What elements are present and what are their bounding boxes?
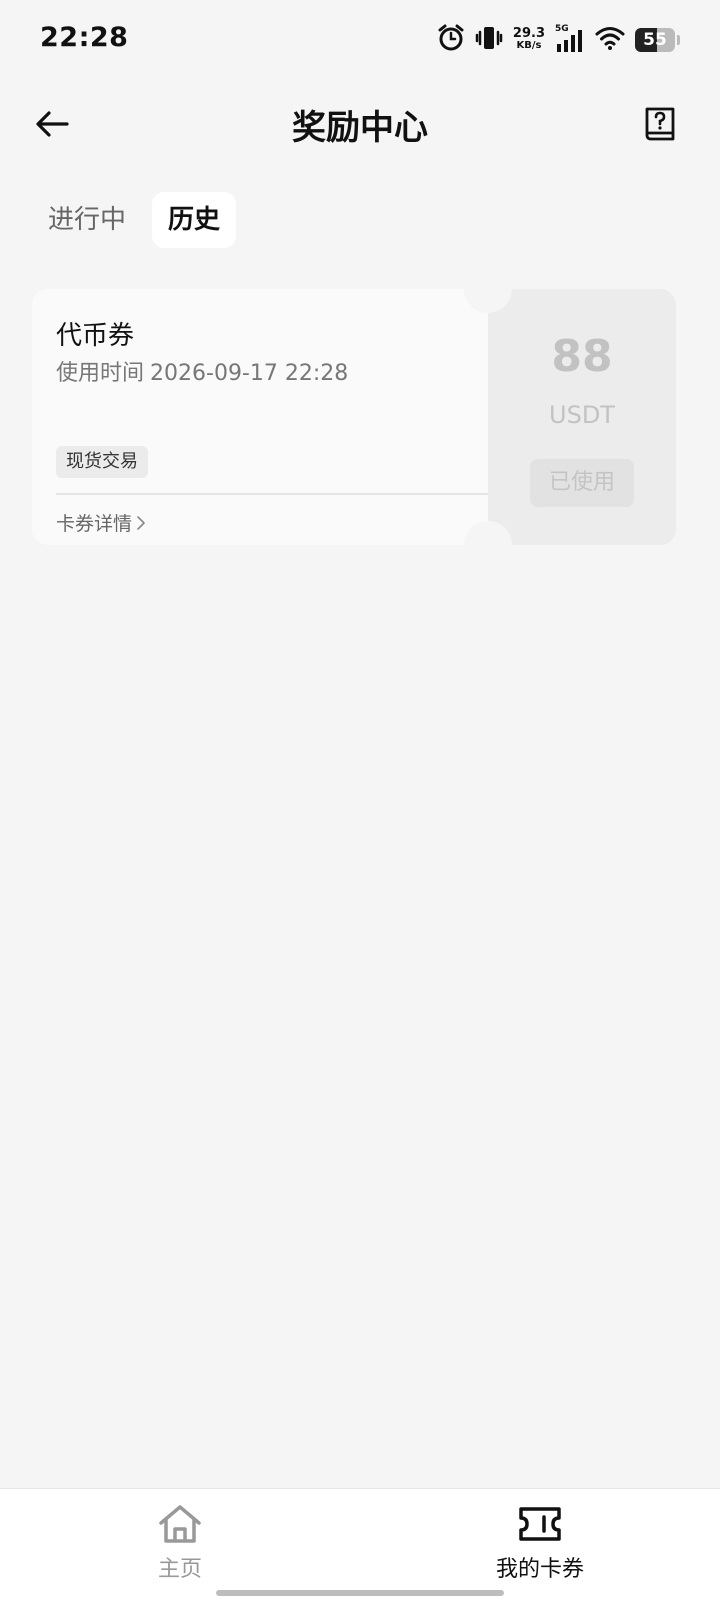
status-bar: 22:28 29.3 KB/s 5G 55 — [0, 0, 720, 80]
tab-in-progress[interactable]: 进行中 — [32, 192, 142, 248]
signal-icon: 5G — [555, 24, 585, 54]
coupon-used-time: 使用时间 2026-09-17 22:28 — [56, 355, 348, 387]
coupon-title: 代币券 — [56, 321, 135, 351]
coupon-time-value: 2026-09-17 22:28 — [150, 361, 349, 386]
coupon-detail-label: 卡券详情 — [56, 513, 133, 535]
battery-icon: 55 — [635, 28, 675, 52]
battery-cap — [677, 35, 680, 45]
coupon-amount: 88 — [551, 331, 613, 382]
net-speed-value: 29.3 — [512, 26, 545, 41]
nav-label-my-coupons: 我的卡券 — [495, 1557, 584, 1582]
coupon-status-badge: 已使用 — [530, 459, 634, 507]
wifi-icon — [595, 25, 625, 55]
tab-bar: 进行中 历史 — [32, 192, 237, 248]
coupon-main-section: 代币券 使用时间 2026-09-17 22:28 现货交易 卡券详情 — [32, 289, 488, 545]
coupon-unit: USDT — [549, 401, 615, 429]
nav-item-home[interactable]: 主页 — [80, 1503, 280, 1583]
header: 奖励中心 — [0, 80, 720, 170]
nav-label-home: 主页 — [157, 1557, 202, 1582]
coupon-notch-top — [464, 265, 512, 313]
bottom-nav: 主页 我的卡券 — [0, 1488, 720, 1600]
alarm-icon — [437, 24, 465, 56]
help-button[interactable] — [638, 102, 682, 146]
coupon-notch-bottom — [464, 521, 512, 569]
net-speed-unit: KB/s — [516, 40, 542, 51]
ticket-icon — [519, 1507, 561, 1541]
status-time: 22:28 — [40, 22, 129, 53]
page-title: 奖励中心 — [292, 108, 428, 148]
home-indicator[interactable] — [216, 1590, 504, 1596]
coupon-divider — [56, 493, 488, 495]
nav-item-my-coupons[interactable]: 我的卡券 — [440, 1503, 640, 1583]
coupon-tag: 现货交易 — [56, 446, 148, 478]
help-book-icon — [645, 107, 675, 141]
home-icon — [159, 1505, 201, 1543]
reward-center-screen: 22:28 29.3 KB/s 5G 55 奖励中心 进行中 历史 代币券 使用… — [0, 0, 720, 1600]
status-icons: 29.3 KB/s 5G 55 — [437, 24, 680, 56]
net-speed: 29.3 KB/s — [512, 26, 545, 52]
vibrate-icon — [475, 24, 503, 56]
tab-history[interactable]: 历史 — [152, 192, 237, 248]
coupon-value-section: 88 USDT 已使用 — [488, 289, 676, 545]
coupon-time-label: 使用时间 — [56, 361, 145, 386]
coupon-card[interactable]: 代币券 使用时间 2026-09-17 22:28 现货交易 卡券详情 88 US… — [32, 265, 676, 569]
chevron-right-icon — [137, 515, 145, 530]
battery-level: 55 — [643, 30, 667, 50]
coupon-detail-link[interactable]: 卡券详情 — [56, 509, 146, 536]
